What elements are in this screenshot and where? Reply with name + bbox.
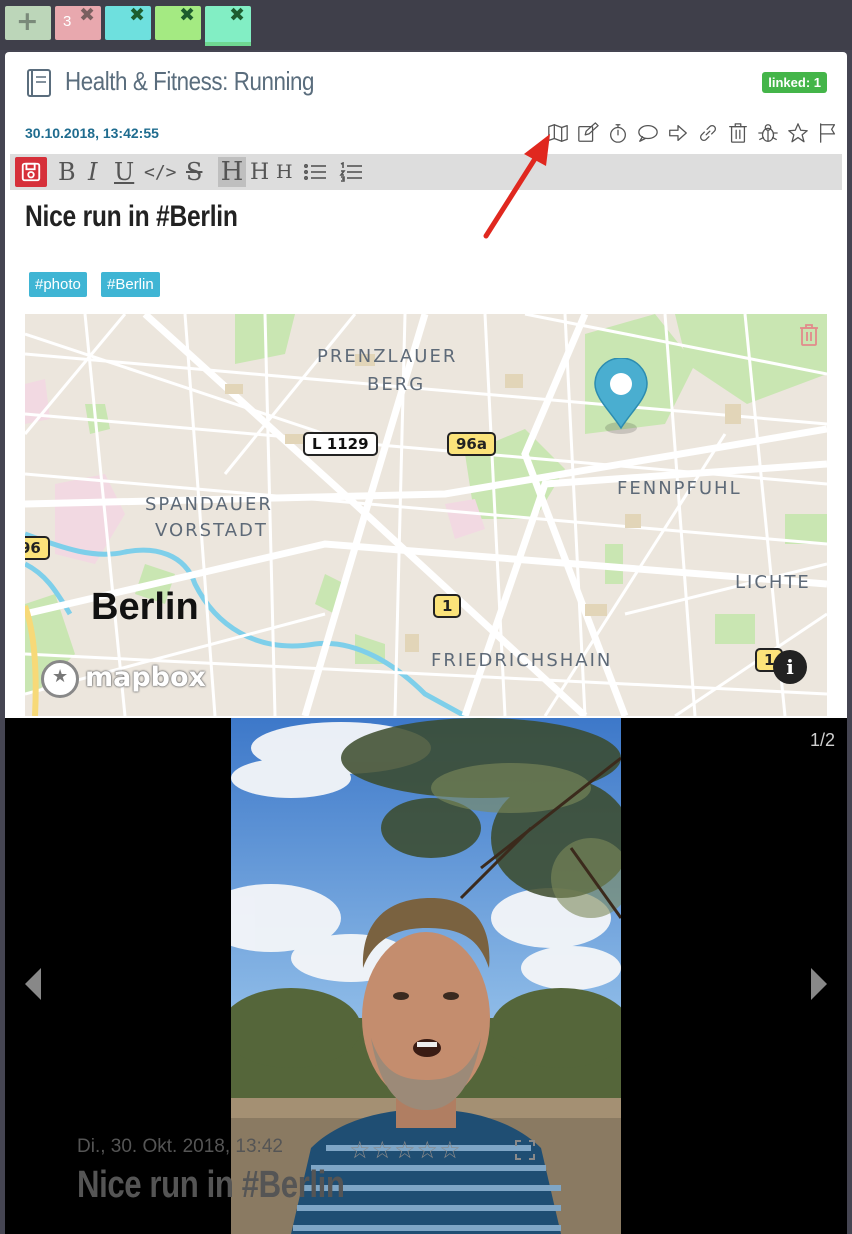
entry-actions	[545, 120, 841, 146]
plus-icon: +	[16, 6, 39, 37]
map-label-vorstadt: VORSTADT	[155, 520, 268, 541]
map-label-lichte: LICHTE	[735, 572, 811, 593]
location-pin-icon[interactable]	[593, 358, 649, 434]
close-icon[interactable]: ✖	[179, 4, 195, 26]
add-tab-button[interactable]: +	[5, 6, 51, 40]
photo-counter: 1/2	[809, 730, 835, 750]
chevron-left-icon[interactable]	[23, 966, 43, 1002]
road-shield-96a: 96a	[447, 432, 496, 456]
photo-lightbox: 1/2 Di., 30. Okt. 2018, 13:42 Nice run i…	[5, 718, 847, 1234]
map-label-fennpfuhl: FENNPFUHL	[617, 478, 742, 499]
tab-label: 3	[63, 13, 72, 30]
hashtag-photo[interactable]: #photo	[29, 272, 87, 297]
linked-badge[interactable]: linked: 1	[762, 72, 827, 93]
heading-2-button[interactable]: H	[250, 157, 269, 187]
tab-active[interactable]: ✖	[205, 4, 251, 46]
entry-category-title: Health & Fitness: Running	[65, 66, 315, 96]
star-icon[interactable]	[785, 120, 811, 146]
photo-rating-stars[interactable]: ☆☆☆☆☆	[349, 1136, 462, 1164]
share-icon[interactable]	[665, 120, 691, 146]
strikethrough-button[interactable]: S	[186, 157, 202, 187]
map-label-spandauer: SPANDAUER	[145, 494, 273, 515]
close-icon[interactable]: ✖	[229, 4, 245, 26]
entry-headline[interactable]: Nice run in #Berlin	[25, 200, 238, 234]
bold-button[interactable]: B	[58, 157, 76, 187]
map-label-berg: BERG	[367, 374, 426, 395]
photo-caption-title: Nice run in #Berlin	[77, 1164, 345, 1206]
code-button[interactable]: </>	[144, 157, 177, 187]
heading-3-button[interactable]: H	[276, 157, 293, 187]
bullet-list-button[interactable]	[302, 157, 328, 187]
stopwatch-icon[interactable]	[605, 120, 631, 146]
fullscreen-icon[interactable]	[515, 1140, 535, 1160]
tab-3[interactable]: 3 ✖	[55, 4, 101, 40]
numbered-list-icon	[339, 162, 362, 182]
flag-icon[interactable]	[815, 120, 841, 146]
map-label-city: Berlin	[91, 586, 199, 628]
heading-1-button[interactable]: H	[218, 157, 246, 187]
tab-cyan[interactable]: ✖	[105, 4, 151, 40]
numbered-list-button[interactable]	[338, 157, 364, 187]
location-map[interactable]: PRENZLAUER BERG SPANDAUER VORSTADT FENNP…	[25, 314, 827, 716]
tab-bar: + 3 ✖ ✖ ✖ ✖	[0, 0, 852, 50]
book-icon	[27, 69, 51, 97]
mapbox-logo-icon	[41, 660, 79, 698]
save-button[interactable]	[15, 157, 47, 187]
road-shield-96: 96	[25, 536, 50, 560]
annotation-arrow-icon	[483, 134, 550, 239]
save-icon	[21, 162, 41, 182]
journal-entry-card: Health & Fitness: Running linked: 1 30.1…	[5, 52, 847, 732]
mapbox-attribution[interactable]: mapbox	[85, 662, 206, 693]
close-icon[interactable]: ✖	[129, 4, 145, 26]
map-streets	[25, 314, 827, 716]
comment-icon[interactable]	[635, 120, 661, 146]
trash-icon[interactable]	[799, 324, 819, 346]
road-shield-l1129: L 1129	[303, 432, 378, 456]
trash-icon[interactable]	[725, 120, 751, 146]
tab-lime[interactable]: ✖	[155, 4, 201, 40]
close-icon[interactable]: ✖	[79, 4, 95, 26]
bullet-list-icon	[303, 163, 326, 181]
entry-timestamp[interactable]: 30.10.2018, 13:42:55	[25, 125, 159, 141]
edit-icon[interactable]	[575, 120, 601, 146]
hashtag-berlin[interactable]: #Berlin	[101, 272, 160, 297]
photo-caption-date: Di., 30. Okt. 2018, 13:42	[77, 1136, 283, 1157]
map-info-button[interactable]: i	[773, 650, 807, 684]
map-label-friedrichshain: FRIEDRICHSHAIN	[431, 650, 613, 671]
bug-icon[interactable]	[755, 120, 781, 146]
italic-button[interactable]: I	[88, 157, 97, 187]
underline-button[interactable]: U	[114, 157, 134, 187]
map-label-prenzlauer: PRENZLAUER	[317, 346, 458, 367]
chevron-right-icon[interactable]	[809, 966, 829, 1002]
road-shield-1: 1	[433, 594, 462, 618]
link-icon[interactable]	[695, 120, 721, 146]
editor-toolbar: B I U </> S H H H	[10, 154, 842, 190]
